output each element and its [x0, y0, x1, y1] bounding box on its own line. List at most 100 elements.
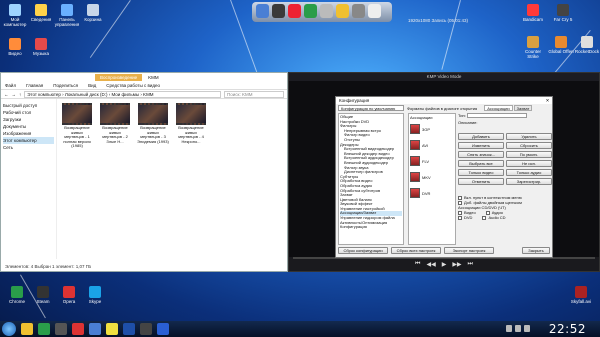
chrome-icon[interactable] [38, 323, 50, 335]
network-icon[interactable] [506, 325, 512, 332]
nav-item-this-pc[interactable]: Этот компьютер [3, 137, 54, 144]
nav-item-network[interactable]: Сеть [3, 144, 54, 151]
tab-associations[interactable]: Ассоциации [484, 105, 513, 111]
desktop-icon-video[interactable]: Видео [2, 38, 28, 56]
register-button[interactable]: Зарегистрир. [506, 178, 552, 186]
folder-icon[interactable] [21, 323, 33, 335]
nav-item-downloads[interactable]: Загрузки [3, 116, 54, 123]
address-path[interactable]: Этот компьютер › Локальный диск (D:) › М… [24, 90, 221, 98]
video-icon[interactable] [140, 323, 152, 335]
checkbox[interactable] [458, 216, 462, 221]
folder-icon[interactable] [256, 4, 269, 18]
previous-icon[interactable]: ⏮ [415, 261, 420, 268]
description-label: Описание: [458, 120, 478, 126]
desktop-icon-chrome[interactable]: Chrome [4, 286, 30, 304]
reset-all-button[interactable]: Сброс всех настроек [391, 247, 441, 254]
file-item[interactable]: Возвращение живых мертвецов - 2 Злые Н..… [99, 103, 131, 144]
desktop-icon-steam[interactable]: Steam [30, 286, 56, 304]
settings-icon[interactable] [352, 4, 365, 18]
checkbox-audio-cd[interactable]: Audio CD [482, 215, 506, 221]
nav-item-documents[interactable]: Документы [3, 123, 54, 130]
list-item[interactable]: DVR [410, 185, 454, 201]
flag-icon[interactable] [524, 325, 530, 332]
forward-arrow-icon[interactable]: → [12, 92, 17, 97]
none-button[interactable]: Не исп. [506, 160, 552, 168]
desktop-icon-skype[interactable]: Skype [82, 286, 108, 304]
desktop-icon-opera[interactable]: Opera [56, 286, 82, 304]
network-icon[interactable] [320, 4, 333, 18]
ribbon-tab-video-tools[interactable]: Средства работы с видео [106, 83, 160, 88]
mail-icon[interactable] [336, 4, 349, 18]
back-arrow-icon[interactable]: ← [4, 92, 9, 97]
video-file-icon [575, 286, 587, 298]
opera-icon[interactable] [72, 323, 84, 335]
list-item[interactable]: MKV [410, 169, 454, 185]
steam-icon[interactable] [272, 4, 285, 18]
list-item[interactable]: FLV [410, 153, 454, 169]
desktop-icon-music[interactable]: Музыка [28, 38, 54, 56]
start-button[interactable] [2, 322, 16, 336]
close-icon[interactable]: ✕ [543, 97, 552, 104]
word-icon[interactable] [157, 323, 169, 335]
file-item[interactable]: Возвращение живых мертвецов - 3 Эпидемия… [137, 103, 169, 144]
default-button[interactable]: По умолч. [506, 151, 552, 159]
title-context-tab[interactable]: Воспроизведение [95, 74, 143, 81]
desktop-icon-counter-strike[interactable]: Counter Strike [520, 36, 546, 59]
clock[interactable]: 22:52 [549, 322, 586, 336]
profile-select[interactable]: Конфигурация по умолчанию [338, 105, 404, 111]
close-button[interactable]: Закрыть [522, 247, 550, 254]
play-icon[interactable]: ▶ [442, 261, 447, 268]
type-field[interactable] [466, 113, 527, 119]
ribbon-tab-share[interactable]: Поделиться [53, 83, 78, 88]
remove-icon-button[interactable]: Снять значок... [458, 151, 504, 159]
reset-config-button[interactable]: Сброс конфигурации [338, 247, 388, 254]
tab-capture[interactable]: Захват [513, 105, 533, 111]
ribbon-tab-home[interactable]: Главная [26, 83, 43, 88]
delete-button[interactable]: Удалить [506, 133, 552, 141]
file-item[interactable]: Возвращение живых мертвецов - 1 полная в… [61, 103, 93, 149]
explorer-icon[interactable] [89, 323, 101, 335]
desktop-icon-skyfall[interactable]: Skyfall.avi [568, 286, 594, 304]
list-item[interactable]: 3GP [410, 121, 454, 137]
cancel-button[interactable]: Отменить [458, 178, 504, 186]
ribbon-tab-file[interactable]: Файл [5, 83, 16, 88]
select-all-button[interactable]: Выбрать все [458, 160, 504, 168]
record-icon[interactable] [288, 4, 301, 18]
nav-item-quick-access[interactable]: Быстрый доступ [3, 102, 54, 109]
desktop-icon-info[interactable]: Сведения [28, 4, 54, 22]
desktop-icon-recycle-bin[interactable]: Корзина [80, 4, 106, 22]
next-icon[interactable]: ⏭ [468, 261, 473, 268]
nav-item-desktop[interactable]: Рабочий стол [3, 109, 54, 116]
desktop-icon-bandicam[interactable]: Bandicam [520, 4, 546, 22]
desktop-icon-farcry[interactable]: Far Cry 5 [550, 4, 576, 22]
list-item[interactable]: AVI [410, 137, 454, 153]
video-only-button[interactable]: Только видео [458, 169, 504, 177]
trash-icon[interactable] [368, 4, 381, 18]
checkbox[interactable] [482, 216, 487, 221]
desktop-icon-my-computer[interactable]: Мой компьютер [2, 4, 28, 27]
volume-icon[interactable] [515, 325, 521, 332]
tree-item[interactable]: Конфигурация [340, 225, 402, 230]
type-label: Тип: [458, 113, 466, 118]
desktop-icon-rocketdock[interactable]: RocketDock [574, 36, 600, 54]
nav-item-pictures[interactable]: Изображения [3, 130, 54, 137]
add-button[interactable]: Добавить [458, 133, 504, 141]
ribbon-tab-view[interactable]: Вид [88, 83, 96, 88]
rewind-icon[interactable]: ◀◀ [426, 261, 435, 268]
file-item[interactable]: Возвращение живых мертвецов - 4 Некропо.… [175, 103, 207, 144]
photoshop-icon[interactable] [123, 323, 135, 335]
up-arrow-icon[interactable]: ↑ [19, 92, 21, 97]
search-input[interactable]: Поиск: KMM [224, 90, 284, 98]
fast-forward-icon[interactable]: ▶▶ [452, 261, 461, 268]
yandex-icon[interactable] [106, 323, 118, 335]
opera-icon [63, 286, 75, 298]
reset-button[interactable]: Сбросить [506, 142, 552, 150]
export-settings-button[interactable]: Экспорт настроек [444, 247, 494, 254]
audio-only-button[interactable]: Только аудио [506, 169, 552, 177]
desktop-icon-cs-go[interactable]: Global Offen [548, 36, 574, 54]
media-icon[interactable] [55, 323, 67, 335]
desktop-icon-control-panel[interactable]: Панель управления [54, 4, 80, 27]
edit-button[interactable]: Изменить [458, 142, 504, 150]
checkbox-dvd[interactable]: DVD [458, 215, 472, 220]
chrome-icon[interactable] [304, 4, 317, 18]
